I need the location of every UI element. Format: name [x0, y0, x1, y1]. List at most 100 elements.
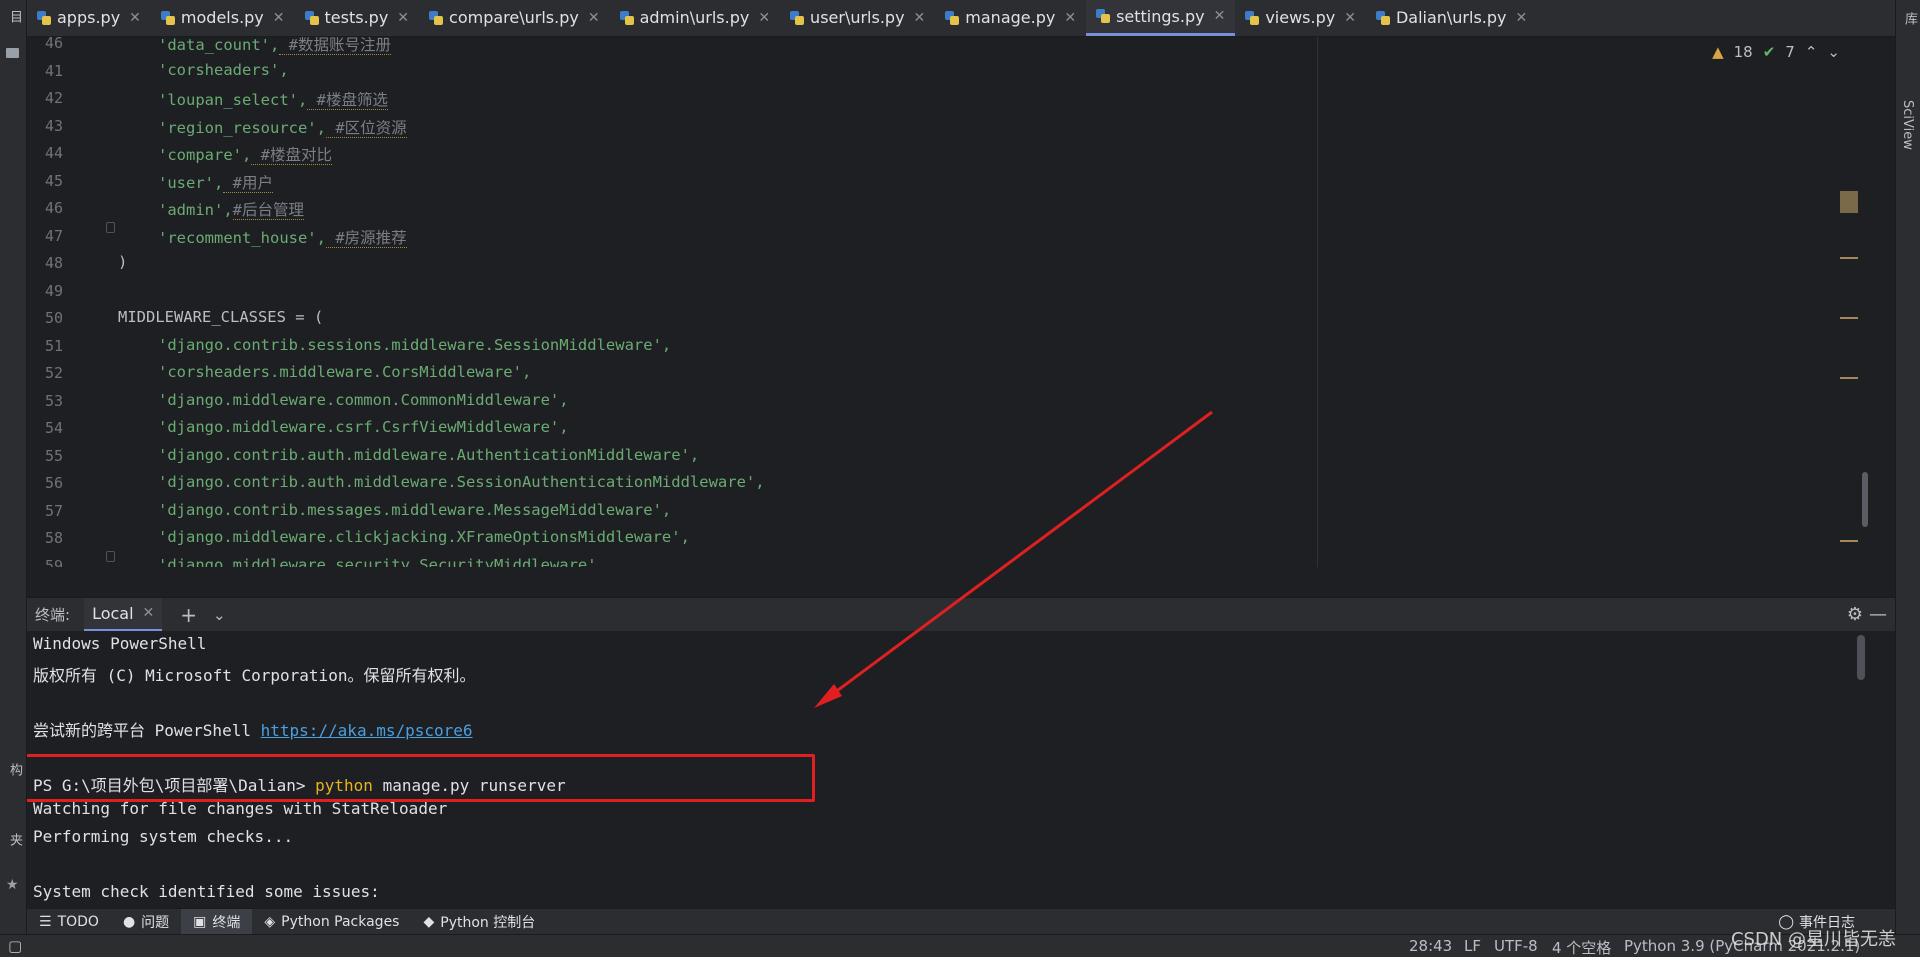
tab-manage[interactable]: manage.py ✕ — [935, 0, 1086, 36]
string-literal: 'corsheaders', — [158, 60, 289, 79]
chevron-up-icon[interactable]: ⌃ — [1805, 43, 1818, 61]
tool-label: Python Packages — [281, 913, 400, 930]
close-icon[interactable]: ✕ — [273, 10, 285, 26]
python-console-tool-button[interactable]: ◆ Python 控制台 — [411, 909, 547, 935]
editor-scrollbar[interactable] — [1830, 37, 1870, 567]
ide-window: 项目 结构 收藏夹 ★ 数据库 SciView apps.py ✕ models.… — [0, 0, 1920, 957]
line-separator[interactable]: LF — [1464, 937, 1481, 955]
layout-icon[interactable]: ▢ — [8, 937, 22, 955]
code-comment: #区位资源 — [325, 118, 407, 138]
close-icon[interactable]: ✕ — [588, 10, 600, 26]
tab-label: compare\urls.py — [449, 8, 579, 27]
line-number: 58 — [44, 529, 63, 547]
tab-tests[interactable]: tests.py ✕ — [295, 0, 420, 36]
line-number: 46 — [44, 37, 63, 52]
warning-count: 18 — [1733, 43, 1753, 61]
tab-compare-urls[interactable]: compare\urls.py ✕ — [419, 0, 610, 36]
file-encoding[interactable]: UTF-8 — [1494, 937, 1538, 955]
tab-label: manage.py — [965, 8, 1056, 27]
minimize-icon[interactable]: — — [1869, 604, 1887, 625]
right-margin-guide — [1317, 37, 1318, 567]
terminal-output[interactable]: Windows PowerShell 版权所有 (C) Microsoft Cor… — [27, 631, 1895, 908]
error-stripe-mark — [1840, 377, 1858, 379]
close-icon[interactable]: ✕ — [914, 10, 926, 26]
editor-scroll-thumb[interactable] — [1862, 472, 1868, 527]
close-icon[interactable]: ✕ — [1344, 10, 1356, 26]
annotation-highlight-box — [27, 754, 815, 802]
tab-user-urls[interactable]: user\urls.py ✕ — [780, 0, 935, 36]
line-number: 49 — [44, 281, 63, 300]
left-tool-strip: 项目 结构 收藏夹 ★ — [0, 0, 60, 957]
database-label: 数据库 — [1902, 12, 1917, 25]
code-comment: #用户 — [223, 173, 273, 193]
fold-marker[interactable] — [106, 551, 115, 562]
terminal-line: 版权所有 (C) Microsoft Corporation。保留所有权利。 — [33, 662, 475, 686]
tab-apps[interactable]: apps.py ✕ — [27, 0, 151, 36]
close-icon[interactable]: ✕ — [143, 605, 155, 621]
terminal-link[interactable]: https://aka.ms/pscore6 — [261, 721, 473, 740]
code-line: ) — [118, 253, 127, 271]
tab-dalian-urls[interactable]: Dalian\urls.py ✕ — [1366, 0, 1537, 36]
code-line: 'django.contrib.auth.middleware.Authenti… — [158, 446, 699, 464]
code-line: 'compare', #楼盘对比 — [158, 143, 332, 165]
line-number: 41 — [44, 61, 63, 80]
terminal-text: 版权所有 (C) Microsoft Corporation。保留所有权利。 — [33, 665, 476, 685]
terminal-title: 终端: — [35, 606, 71, 624]
terminal-tab-local[interactable]: Local ✕ — [84, 597, 163, 632]
inspection-widget[interactable]: ▲ 18 ✔ 7 ⌃ ⌄ — [1712, 43, 1840, 61]
caret-position[interactable]: 28:43 — [1409, 937, 1452, 955]
line-number: 50 — [44, 309, 63, 327]
close-icon[interactable]: ✕ — [1064, 10, 1076, 26]
line-number: 46 — [44, 199, 63, 217]
python-packages-tool-button[interactable]: ◈ Python Packages — [252, 909, 411, 935]
problems-icon: ● — [122, 913, 136, 930]
code-line: 'django.middleware.csrf.CsrfViewMiddlewa… — [158, 418, 569, 436]
code-text: ) — [118, 253, 128, 271]
tab-models[interactable]: models.py ✕ — [151, 0, 295, 36]
tab-admin-urls[interactable]: admin\urls.py ✕ — [610, 0, 780, 36]
line-number: 57 — [44, 501, 63, 520]
close-icon[interactable]: ✕ — [1214, 8, 1226, 24]
code-line: 'data_count', #数据账号注册 — [158, 37, 391, 55]
line-number: 56 — [44, 474, 63, 492]
python-file-icon — [37, 10, 51, 25]
python-file-icon — [945, 10, 960, 25]
todo-tool-button[interactable]: ☰ TODO — [27, 909, 111, 935]
terminal-scroll-thumb[interactable] — [1857, 635, 1865, 680]
code-line: 'admin',#后台管理 — [158, 198, 304, 220]
terminal-text: Windows PowerShell — [33, 634, 207, 653]
code-line: 'django.contrib.auth.middleware.SessionA… — [158, 473, 765, 491]
tab-label: views.py — [1265, 8, 1336, 27]
tab-views[interactable]: views.py ✕ — [1235, 0, 1366, 36]
close-icon[interactable]: ✕ — [397, 10, 409, 26]
close-icon[interactable]: ✕ — [1516, 10, 1528, 26]
problems-tool-button[interactable]: ● 问题 — [111, 909, 181, 935]
status-bar: ▢ 28:43 LF UTF-8 4 个空格 Python 3.9 (PyCha… — [0, 934, 1920, 957]
terminal-tool-button[interactable]: ▣ 终端 — [181, 908, 253, 935]
chevron-down-icon[interactable]: ⌄ — [213, 606, 226, 624]
line-number: 45 — [44, 171, 63, 190]
python-file-icon — [429, 10, 444, 25]
code-line: 'django.contrib.sessions.middleware.Sess… — [158, 336, 671, 354]
fold-marker[interactable] — [106, 222, 115, 233]
terminal-line: 尝试新的跨平台 PowerShell https://aka.ms/pscore… — [33, 717, 473, 741]
code-editor[interactable]: 46 41 42 43 44 45 46 47 48 49 50 51 52 53 54 55 56 57 58 59… — [27, 37, 1870, 567]
gear-icon[interactable]: ⚙ — [1847, 604, 1863, 625]
code-comment: #房源推荐 — [325, 228, 407, 248]
terminal-line: Performing system checks... — [33, 827, 293, 846]
close-icon[interactable]: ✕ — [129, 10, 141, 26]
close-icon[interactable]: ✕ — [758, 10, 770, 26]
code-line: 'django.contrib.messages.middleware.Mess… — [158, 501, 671, 519]
string-literal: 'django.middleware.security.SecurityMidd… — [158, 555, 606, 568]
code-comment: #数据账号注册 — [279, 37, 391, 55]
add-terminal-icon[interactable]: + — [180, 603, 197, 627]
code-line: 'user', #用户 — [158, 171, 273, 193]
terminal-text: 尝试新的跨平台 PowerShell — [33, 720, 261, 740]
python-file-icon — [1375, 10, 1390, 25]
string-literal: 'django.middleware.common.CommonMiddlewa… — [158, 390, 569, 409]
code-line: 'django.middleware.clickjacking.XFrameOp… — [158, 528, 690, 546]
tool-label: Python 控制台 — [440, 914, 536, 931]
tab-settings[interactable]: settings.py ✕ — [1086, 0, 1236, 36]
terminal-text: System check identified some issues: — [33, 881, 380, 901]
indent-setting[interactable]: 4 个空格 — [1552, 937, 1611, 957]
